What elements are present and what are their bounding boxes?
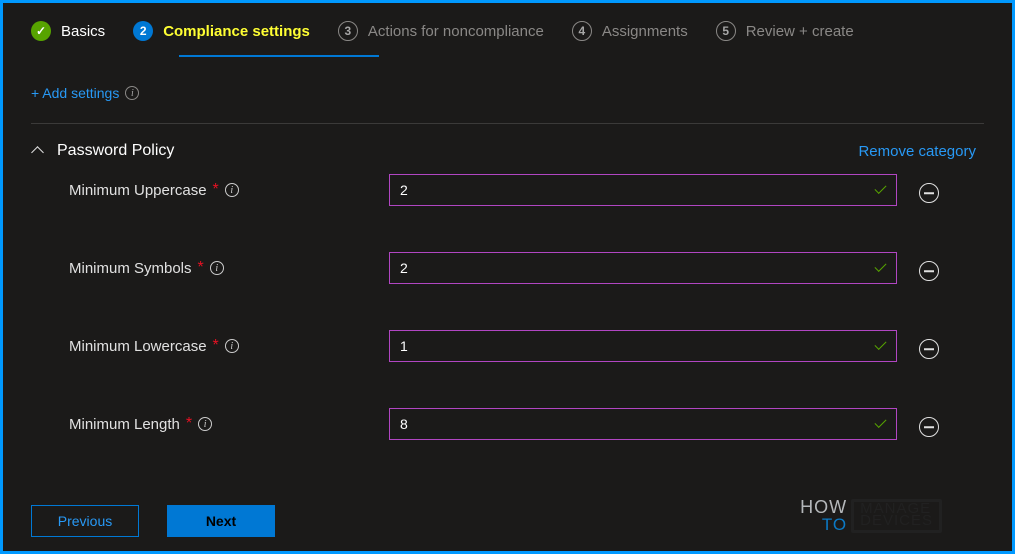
wizard-footer: Previous Next [31,505,275,537]
step-label: Assignments [602,23,688,40]
add-settings-row: + Add settings i [31,85,984,101]
step-review-create[interactable]: 5 Review + create [716,21,854,41]
setting-label-wrap: Minimum Uppercase * i [69,181,389,199]
input-wrap [389,174,897,206]
step-assignments[interactable]: 4 Assignments [572,21,688,41]
next-button[interactable]: Next [167,505,275,537]
info-icon[interactable]: i [198,417,212,431]
category-header: Password Policy Remove category [31,142,984,174]
step-label: Review + create [746,23,854,40]
active-step-underline [179,55,379,57]
step-label: Basics [61,23,105,40]
min-length-input[interactable] [389,408,897,440]
valid-check-icon [873,416,889,432]
setting-label: Minimum Lowercase [69,338,207,355]
category-password-policy: Password Policy Remove category Minimum … [31,124,984,450]
previous-button[interactable]: Previous [31,505,139,537]
valid-check-icon [873,260,889,276]
setting-label-wrap: Minimum Length * i [69,415,389,433]
remove-category-link[interactable]: Remove category [858,143,976,160]
step-compliance-settings[interactable]: 2 Compliance settings [133,21,310,41]
setting-label-wrap: Minimum Lowercase * i [69,337,389,355]
step-label: Actions for noncompliance [368,23,544,40]
watermark-text: TO [800,517,847,532]
setting-row-min-uppercase: Minimum Uppercase * i [31,174,984,252]
category-title: Password Policy [57,142,174,160]
valid-check-icon [873,338,889,354]
chevron-up-icon [31,144,45,158]
check-icon: ✓ [31,21,51,41]
required-asterisk: * [213,337,219,355]
watermark-text: DEVICES [860,515,933,528]
required-asterisk: * [198,259,204,277]
info-icon[interactable]: i [225,183,239,197]
setting-row-min-lowercase: Minimum Lowercase * i [31,330,984,408]
min-uppercase-input[interactable] [389,174,897,206]
step-number-icon: 5 [716,21,736,41]
wizard-steps: ✓ Basics 2 Compliance settings 3 Actions… [31,21,984,49]
min-lowercase-input[interactable] [389,330,897,362]
required-asterisk: * [186,415,192,433]
remove-setting-button[interactable] [919,261,939,281]
setting-label-wrap: Minimum Symbols * i [69,259,389,277]
setting-row-min-length: Minimum Length * i [31,408,984,450]
setting-row-min-symbols: Minimum Symbols * i [31,252,984,330]
remove-setting-button[interactable] [919,339,939,359]
step-number-icon: 2 [133,21,153,41]
valid-check-icon [873,182,889,198]
min-symbols-input[interactable] [389,252,897,284]
watermark-logo: HOW TO MANAGE DEVICES [800,499,942,534]
setting-label: Minimum Length [69,416,180,433]
setting-label: Minimum Uppercase [69,182,207,199]
step-label: Compliance settings [163,23,310,40]
step-number-icon: 4 [572,21,592,41]
info-icon[interactable]: i [225,339,239,353]
required-asterisk: * [213,181,219,199]
step-basics[interactable]: ✓ Basics [31,21,105,41]
info-icon[interactable]: i [125,86,139,100]
wizard-container: ✓ Basics 2 Compliance settings 3 Actions… [3,3,1012,450]
input-wrap [389,408,897,440]
input-wrap [389,330,897,362]
setting-label: Minimum Symbols [69,260,192,277]
step-number-icon: 3 [338,21,358,41]
input-wrap [389,252,897,284]
remove-setting-button[interactable] [919,417,939,437]
step-actions-noncompliance[interactable]: 3 Actions for noncompliance [338,21,544,41]
remove-setting-button[interactable] [919,183,939,203]
category-toggle[interactable]: Password Policy [31,142,174,160]
info-icon[interactable]: i [210,261,224,275]
add-settings-link[interactable]: + Add settings [31,85,119,101]
